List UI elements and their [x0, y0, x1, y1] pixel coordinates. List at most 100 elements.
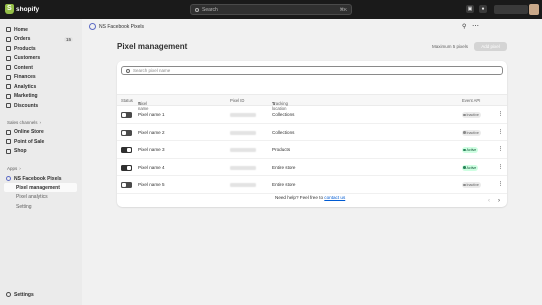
status-toggle[interactable] [121, 164, 132, 171]
table-row[interactable]: Pixel name 5 Entire store Inactive ⋮ [117, 176, 507, 194]
pixel-search-field[interactable] [121, 66, 503, 75]
sidebar-item-settings[interactable]: Settings [4, 290, 77, 299]
row-actions-icon[interactable]: ⋮ [498, 164, 503, 170]
next-page-icon[interactable]: › [498, 198, 500, 204]
sidebar-item-ns-facebook-pixels[interactable]: NS Facebook Pixels [4, 174, 77, 183]
target-icon [6, 93, 11, 99]
pixel-name-cell: Pixel name 4 [138, 164, 165, 170]
sales-channels-heading[interactable]: Sales channels › [7, 120, 41, 125]
row-actions-icon[interactable]: ⋮ [498, 181, 503, 187]
store-name-pill[interactable] [494, 5, 528, 14]
sidebar-item-label: Pixel management [16, 184, 60, 191]
pin-icon[interactable]: ⚲ [462, 23, 466, 30]
pixel-id-cell [230, 113, 256, 117]
event-api-label: Inactive [466, 183, 479, 187]
sidebar-item-label: Home [14, 26, 28, 33]
event-api-badge: Inactive [462, 129, 481, 136]
sidebar-item-analytics[interactable]: Analytics [4, 82, 77, 91]
pixel-id-cell [230, 165, 256, 170]
app-icon [89, 23, 96, 30]
orders-count-badge: 15 [63, 36, 73, 42]
discount-icon [6, 103, 11, 108]
sidebar-item-orders[interactable]: Orders 15 [4, 35, 77, 44]
pixel-name-cell: Pixel name 3 [138, 147, 165, 152]
column-header-pixel-id: Pixel ID [230, 98, 245, 103]
event-api-badge: Inactive [462, 112, 481, 118]
sidebar-item-point-of-sale[interactable]: Point of Sale [4, 137, 77, 146]
sidebar-item-label: Pixel analytics [16, 194, 48, 200]
add-pixel-button[interactable]: Add pixel [474, 42, 507, 51]
table-row[interactable]: Pixel name 2 Collections Inactive ⋮ [117, 124, 507, 141]
event-api-badge: Inactive [462, 182, 481, 188]
status-toggle[interactable] [121, 147, 132, 153]
table-row[interactable]: Pixel name 3 Products Active ⋮ [117, 141, 507, 159]
sidebar-item-content[interactable]: Content [4, 63, 77, 72]
sidebar-item-online-store[interactable]: Online Store [4, 128, 77, 137]
sidebar-item-home[interactable]: Home [4, 25, 77, 34]
global-search-placeholder: Search [202, 6, 218, 13]
status-toggle[interactable] [121, 129, 132, 136]
orders-icon [6, 36, 11, 42]
pixel-id-cell [230, 130, 256, 135]
status-toggle[interactable] [121, 112, 132, 118]
bank-icon [6, 74, 11, 80]
bell-icon[interactable]: ● [479, 5, 487, 13]
column-header-event-api: Event API [462, 98, 481, 103]
sidebar-item-marketing[interactable]: Marketing [4, 92, 77, 101]
column-header-status: Status [121, 98, 133, 103]
more-options-icon[interactable]: ⋯ [472, 22, 479, 30]
row-actions-icon[interactable]: ⋮ [498, 111, 503, 117]
shop-icon [6, 148, 11, 154]
status-toggle[interactable] [121, 182, 132, 188]
tracking-location-cell: Collections [272, 112, 295, 117]
help-text: Need help? Feel free to [275, 195, 324, 200]
help-footer: Need help? Feel free to contact us [275, 195, 345, 200]
gear-icon [6, 292, 11, 297]
sidebar-item-finances[interactable]: Finances [4, 73, 77, 82]
sidebar-item-label: Settings [14, 291, 34, 298]
contact-us-link[interactable]: contact us [324, 195, 345, 200]
tracking-location-cell: Entire store [272, 182, 296, 187]
sidebar-item-customers[interactable]: Customers [4, 54, 77, 63]
shopify-logo[interactable]: shopify [5, 4, 39, 14]
store-icon[interactable]: ▣ [466, 5, 474, 13]
tracking-location-cell: Collections [272, 129, 295, 135]
sidebar-item-label: Point of Sale [14, 138, 45, 145]
home-icon [6, 27, 11, 32]
table-row[interactable]: Pixel name 4 Entire store Active ⋮ [117, 159, 507, 176]
global-search[interactable]: Search ⌘K [190, 4, 352, 15]
pixel-name-cell: Pixel name 1 [138, 112, 165, 117]
content-icon [6, 65, 11, 70]
sidebar: Home Orders 15 Products Customers Content… [0, 19, 82, 305]
sidebar-subitem-pixel-analytics[interactable]: Pixel analytics [4, 193, 77, 202]
row-actions-icon[interactable]: ⋮ [498, 129, 503, 135]
status-dot-icon [463, 131, 466, 134]
sidebar-item-label: Orders [14, 36, 31, 42]
apps-heading[interactable]: Apps › [7, 166, 21, 171]
search-icon [126, 68, 130, 73]
status-dot-icon [463, 113, 466, 117]
store-icon [6, 129, 11, 135]
sidebar-item-label: Customers [14, 55, 41, 61]
sidebar-item-label: Online Store [14, 129, 44, 135]
previous-page-icon[interactable]: ‹ [488, 198, 490, 204]
sidebar-item-products[interactable]: Products [4, 44, 77, 53]
pixel-search-input[interactable] [133, 68, 433, 73]
sidebar-subitem-setting[interactable]: Setting [4, 202, 77, 211]
sidebar-item-discounts[interactable]: Discounts [4, 101, 77, 110]
sidebar-item-label: Discounts [14, 102, 39, 109]
row-actions-icon[interactable]: ⋮ [498, 146, 503, 152]
table-row[interactable]: Pixel name 1 Collections Inactive ⋮ [117, 106, 507, 124]
status-dot-icon [463, 183, 466, 187]
sidebar-subitem-pixel-management[interactable]: Pixel management [4, 183, 77, 192]
tag-icon [6, 46, 11, 51]
event-api-label: Inactive [466, 113, 479, 117]
sidebar-item-label: Setting [16, 203, 32, 210]
tracking-location-cell: Products [272, 147, 291, 152]
event-api-badge: Active [462, 147, 479, 153]
avatar[interactable] [529, 4, 539, 15]
top-bar: shopify Search ⌘K ▣ ● [0, 0, 542, 19]
apps-heading-label: Apps [7, 166, 18, 171]
sidebar-item-shop[interactable]: Shop [4, 147, 77, 156]
main-content: NS Facebook Pixels ⚲ ⋯ Pixel management … [82, 19, 542, 305]
